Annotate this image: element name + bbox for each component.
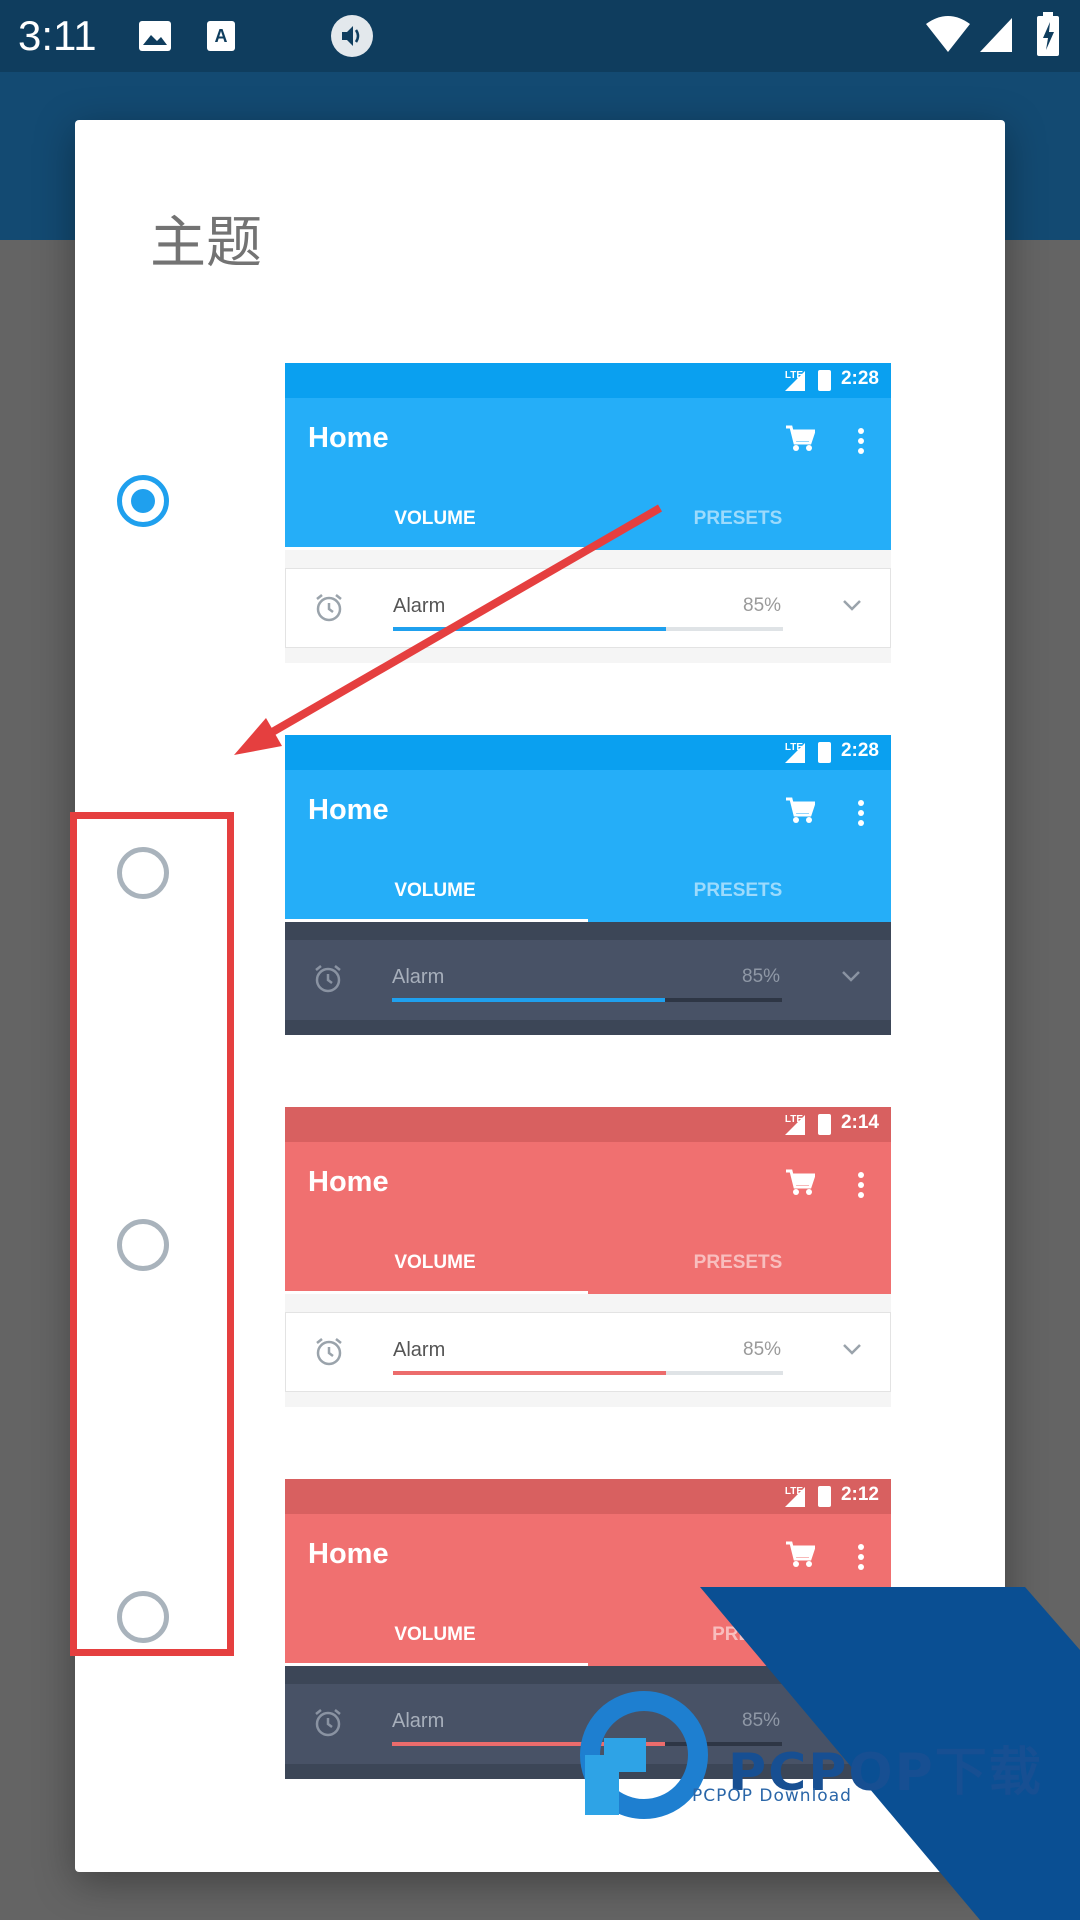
preview-title: Home	[308, 1166, 389, 1198]
preview-app-bar: Home	[285, 1514, 891, 1606]
alarm-label: Alarm	[393, 1339, 446, 1361]
chevron-down-icon	[843, 1344, 861, 1355]
tab-presets: PRESETS	[693, 508, 783, 529]
alarm-slider	[392, 998, 782, 1002]
preview-tabs: VOLUME PRES	[285, 1606, 891, 1666]
battery-icon	[818, 1114, 831, 1135]
alarm-slider-fill	[392, 998, 665, 1002]
tab-volume: VOLUME	[394, 508, 476, 529]
tab-volume: VOLUME	[394, 1624, 476, 1645]
preview-app-bar: Home	[285, 770, 891, 862]
preview-tabs: VOLUME PRESETS	[285, 1234, 891, 1294]
tab-presets: PRES	[712, 1624, 764, 1645]
preview-status-bar: LTE 2:28	[285, 363, 891, 398]
preview-body: Alarm 85%	[285, 922, 891, 1035]
preview-status-bar: LTE 2:28	[285, 735, 891, 770]
preview-body: Alarm 85%	[285, 550, 891, 663]
alarm-card: Alarm 85%	[285, 1312, 891, 1392]
alarm-slider	[393, 1371, 783, 1375]
more-vert-icon	[858, 1544, 864, 1570]
theme-preview-blue-light[interactable]: LTE 2:28 Home VOLUME PRESETS Alarm 85%	[285, 363, 891, 663]
volume-icon	[331, 15, 373, 57]
more-vert-icon	[858, 1172, 864, 1198]
theme-preview-blue-dark[interactable]: LTE 2:28 Home VOLUME PRESETS Alarm 85%	[285, 735, 891, 1035]
alarm-icon	[316, 1338, 342, 1366]
more-vert-icon	[858, 800, 864, 826]
alarm-slider-fill	[393, 1371, 666, 1375]
preview-status-bar: LTE 2:12	[285, 1479, 891, 1514]
status-time: 3:11	[18, 12, 97, 59]
tab-presets: PRESETS	[693, 1252, 783, 1273]
alarm-label: Alarm	[393, 595, 446, 617]
alarm-label: Alarm	[392, 966, 445, 988]
image-icon	[139, 21, 171, 51]
battery-icon	[1037, 12, 1059, 56]
cart-icon	[786, 1169, 815, 1195]
more-vert-icon	[858, 428, 864, 454]
alarm-label: Alarm	[392, 1710, 445, 1732]
battery-icon	[818, 742, 831, 763]
preview-title: Home	[308, 1538, 389, 1570]
chevron-down-icon	[842, 971, 860, 982]
preview-app-bar: Home	[285, 1142, 891, 1234]
alarm-slider-fill	[392, 1742, 665, 1746]
preview-tabs: VOLUME PRESETS	[285, 490, 891, 550]
preview-tabs: VOLUME PRESETS	[285, 862, 891, 922]
a-icon: A	[207, 21, 235, 51]
preview-clock: 2:28	[840, 740, 879, 761]
alarm-slider	[393, 627, 783, 631]
alarm-card: Alarm 85%	[285, 568, 891, 648]
alarm-percent: 85%	[743, 595, 782, 616]
dialog-title: 主题	[150, 211, 262, 276]
alarm-slider	[392, 1742, 782, 1746]
preview-body: Alarm 85%	[285, 1294, 891, 1407]
cart-icon	[786, 1541, 815, 1567]
alarm-percent: 85%	[742, 1710, 781, 1731]
chevron-down-icon	[842, 1715, 860, 1726]
alarm-card: Alarm 85%	[285, 940, 891, 1020]
tab-volume: VOLUME	[394, 880, 476, 901]
svg-text:A: A	[215, 26, 228, 46]
signal-icon	[980, 18, 1012, 52]
annotation-highlight-box	[70, 812, 234, 1656]
battery-icon	[818, 1486, 831, 1507]
alarm-icon	[315, 1709, 341, 1737]
preview-title: Home	[308, 422, 389, 454]
preview-clock: 2:12	[840, 1484, 879, 1505]
battery-icon	[818, 370, 831, 391]
preview-status-bar: LTE 2:14	[285, 1107, 891, 1142]
status-bar: 3:11 A	[0, 0, 1080, 72]
chevron-down-icon	[843, 600, 861, 611]
alarm-percent: 85%	[742, 966, 781, 987]
alarm-slider-fill	[393, 627, 666, 631]
signal-icon	[785, 743, 805, 763]
tab-presets: PRESETS	[693, 880, 783, 901]
preview-title: Home	[308, 794, 389, 826]
signal-icon	[785, 1487, 805, 1507]
preview-clock: 2:28	[840, 368, 879, 389]
alarm-icon	[315, 965, 341, 993]
watermark-subtitle: PCPOP Download	[692, 1786, 852, 1806]
theme-preview-red-light[interactable]: LTE 2:14 Home VOLUME PRESETS Alarm 85%	[285, 1107, 891, 1407]
alarm-icon	[316, 594, 342, 622]
alarm-percent: 85%	[743, 1339, 782, 1360]
signal-icon	[785, 1115, 805, 1135]
preview-app-bar: Home	[285, 398, 891, 490]
preview-clock: 2:14	[840, 1112, 879, 1133]
signal-icon	[785, 371, 805, 391]
wifi-icon	[926, 16, 970, 52]
cart-icon	[786, 797, 815, 823]
tab-volume: VOLUME	[394, 1252, 476, 1273]
cart-icon	[786, 425, 815, 451]
theme-radio-1[interactable]	[117, 475, 169, 527]
